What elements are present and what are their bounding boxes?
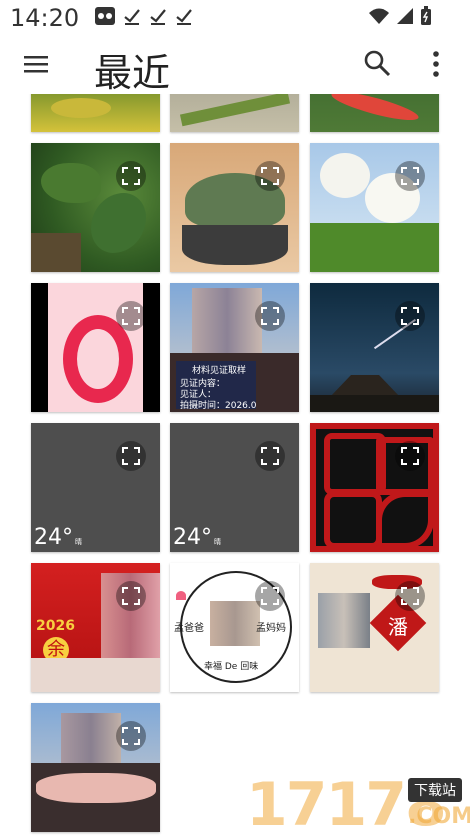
photo-thumbnail[interactable]: 24° 晴 <box>31 423 160 552</box>
expand-icon[interactable] <box>116 161 146 191</box>
signal-icon <box>397 8 413 24</box>
surname-char: 潘 <box>388 615 408 639</box>
more-options-icon[interactable] <box>424 48 448 80</box>
photo-thumbnail[interactable]: 材料见证取样 见证内容： 见证人： 拍摄时间：2026.0 <box>170 283 299 412</box>
photo-thumbnail[interactable] <box>310 94 439 132</box>
photo-thumbnail[interactable]: 孟爸爸 孟妈妈 幸福 De 回味 <box>170 563 299 692</box>
notification-icons <box>95 6 193 26</box>
expand-icon[interactable] <box>395 161 425 191</box>
year-label: 2026 <box>36 618 75 634</box>
status-time: 14:20 <box>10 4 80 32</box>
photo-thumbnail[interactable]: 潘 <box>310 563 439 692</box>
expand-icon[interactable] <box>255 301 285 331</box>
expand-icon[interactable] <box>255 441 285 471</box>
weather-temperature: 24° 晴 <box>34 525 82 550</box>
page-title: 最近 <box>94 51 171 95</box>
photo-grid: 材料见证取样 见证内容： 见证人： 拍摄时间：2026.0 24° 晴 24° 晴 … <box>0 94 470 836</box>
app-notification-icon <box>95 7 115 25</box>
expand-icon[interactable] <box>395 581 425 611</box>
app-bar: 最近 <box>0 34 470 95</box>
check-icon <box>124 9 140 25</box>
label-bottom: 幸福 De 回味 <box>204 662 259 672</box>
expand-icon[interactable] <box>255 581 285 611</box>
caption-line: 拍摄时间：2026.0 <box>180 401 257 411</box>
expand-icon[interactable] <box>116 581 146 611</box>
battery-icon <box>421 6 431 25</box>
photo-thumbnail[interactable] <box>31 703 160 832</box>
photo-thumbnail[interactable]: 2026 余 <box>31 563 160 692</box>
system-status-icons <box>368 6 432 26</box>
search-icon[interactable] <box>362 48 392 78</box>
photo-thumbnail[interactable] <box>310 423 439 552</box>
check-icon <box>176 9 192 25</box>
photo-thumbnail[interactable]: 24° 晴 <box>170 423 299 552</box>
photo-thumbnail[interactable] <box>310 283 439 412</box>
watermark-domain: .COM <box>408 804 470 829</box>
photo-thumbnail[interactable] <box>170 94 299 132</box>
wifi-icon <box>369 8 389 24</box>
photo-thumbnail[interactable] <box>310 143 439 272</box>
expand-icon[interactable] <box>116 721 146 751</box>
expand-icon[interactable] <box>395 301 425 331</box>
expand-icon[interactable] <box>255 161 285 191</box>
label-right: 孟妈妈 <box>256 623 286 634</box>
site-watermark: 17178 下载站 .COM <box>246 770 470 840</box>
expand-icon[interactable] <box>116 441 146 471</box>
caption-title: 材料见证取样 <box>192 366 247 376</box>
photo-thumbnail[interactable] <box>31 283 160 412</box>
expand-icon[interactable] <box>116 301 146 331</box>
status-bar: 14:20 <box>0 0 470 34</box>
weather-temperature: 24° 晴 <box>173 525 221 550</box>
photo-thumbnail[interactable] <box>170 143 299 272</box>
label-left: 孟爸爸 <box>174 623 204 634</box>
check-icon <box>150 9 166 25</box>
watermark-badge: 下载站 <box>408 778 462 802</box>
photo-thumbnail[interactable] <box>31 94 160 132</box>
expand-icon[interactable] <box>395 441 425 471</box>
photo-thumbnail[interactable] <box>31 143 160 272</box>
menu-icon[interactable] <box>22 50 50 78</box>
